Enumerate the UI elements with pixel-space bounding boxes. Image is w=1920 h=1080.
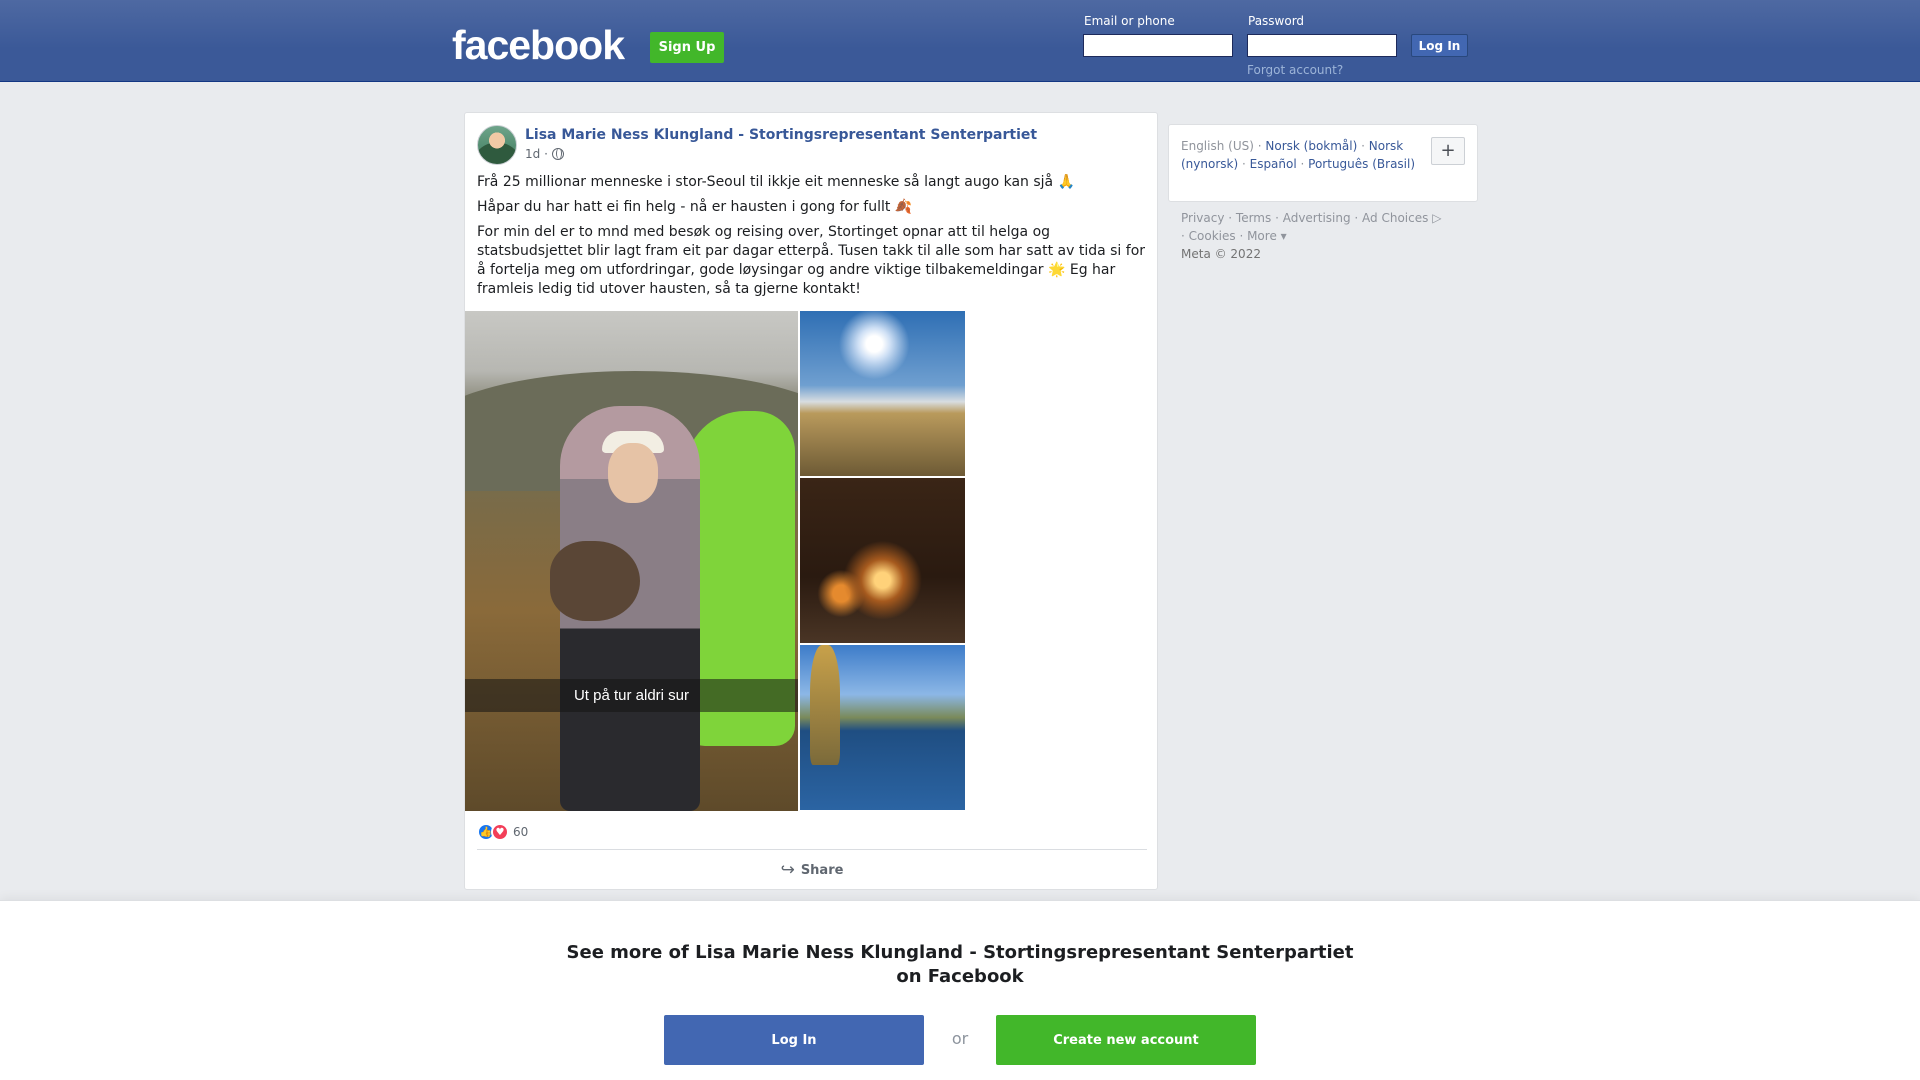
email-label: Email or phone xyxy=(1084,14,1175,28)
post-divider xyxy=(477,849,1147,850)
footer-links: Privacy · Terms · Advertising · Ad Choic… xyxy=(1181,209,1481,263)
copyright: Meta © 2022 xyxy=(1181,247,1261,261)
footer-link-privacy[interactable]: Privacy xyxy=(1181,211,1224,225)
share-icon: ↪ xyxy=(780,860,795,880)
caret-down-icon: ▾ xyxy=(1276,229,1287,243)
post-card: Lisa Marie Ness Klungland - Stortingsrep… xyxy=(464,112,1158,890)
reaction-count: 60 xyxy=(513,825,529,839)
reactions-summary[interactable]: 👍 ♥ 60 xyxy=(477,823,528,841)
language-box: English (US) · Norsk (bokmål) · Norsk (n… xyxy=(1168,124,1478,202)
password-label: Password xyxy=(1248,14,1305,28)
post-time[interactable]: 1d · xyxy=(525,147,548,161)
create-account-button[interactable]: Create new account xyxy=(996,1015,1256,1065)
photo-caption: Ut på tur aldri sur xyxy=(465,679,798,712)
share-button[interactable]: ↪ Share xyxy=(477,855,1147,885)
current-language: English (US) xyxy=(1181,139,1254,153)
language-link[interactable]: Español xyxy=(1250,157,1297,171)
post-photo-lake[interactable] xyxy=(800,645,965,810)
footer-link-ad-choices[interactable]: Ad Choices xyxy=(1362,211,1428,225)
language-link[interactable]: Norsk (bokmål) xyxy=(1265,139,1357,153)
footer-link-advertising[interactable]: Advertising xyxy=(1283,211,1351,225)
password-field[interactable] xyxy=(1247,34,1397,57)
header-login-button[interactable]: Log In xyxy=(1411,34,1468,57)
login-prompt-title: See more of Lisa Marie Ness Klungland - … xyxy=(566,942,1354,987)
login-prompt-panel: See more of Lisa Marie Ness Klungland - … xyxy=(0,900,1920,1080)
forgot-account-link[interactable]: Forgot account? xyxy=(1247,63,1343,77)
post-meta: 1d · xyxy=(525,147,564,161)
post-paragraph: Håpar du har hatt ei fin helg - nå er ha… xyxy=(477,199,913,215)
post-photo-hiker[interactable]: Ut på tur aldri sur xyxy=(465,311,798,811)
post-author[interactable]: Lisa Marie Ness Klungland - Stortingsrep… xyxy=(525,127,1037,143)
footer-link-cookies[interactable]: Cookies xyxy=(1189,229,1236,243)
sign-up-button[interactable]: Sign Up xyxy=(650,32,724,63)
language-link[interactable]: Português (Brasil) xyxy=(1308,157,1415,171)
footer-link-more[interactable]: More xyxy=(1247,229,1277,243)
login-button[interactable]: Log In xyxy=(664,1015,924,1065)
post-paragraph: Frå 25 millionar menneske i stor-Seoul t… xyxy=(477,174,1076,190)
post-photo-sky[interactable] xyxy=(800,311,965,476)
ad-choices-icon: ▷ xyxy=(1428,211,1442,225)
author-avatar[interactable] xyxy=(477,125,517,165)
post-photo-cabin[interactable] xyxy=(800,478,965,643)
footer-link-terms[interactable]: Terms xyxy=(1236,211,1271,225)
share-label: Share xyxy=(800,862,844,878)
love-reaction-icon: ♥ xyxy=(491,823,509,841)
or-separator: or xyxy=(951,1029,969,1048)
globe-icon xyxy=(551,148,564,160)
more-languages-button[interactable]: + xyxy=(1431,137,1465,165)
email-field[interactable] xyxy=(1083,34,1233,57)
post-text: Frå 25 millionar menneske i stor-Seoul t… xyxy=(477,173,1147,305)
facebook-logo[interactable]: facebook xyxy=(452,22,625,69)
post-paragraph: For min del er to mnd med besøk og reisi… xyxy=(477,224,1146,297)
top-bar: facebook Sign Up Email or phone Password… xyxy=(0,0,1920,82)
